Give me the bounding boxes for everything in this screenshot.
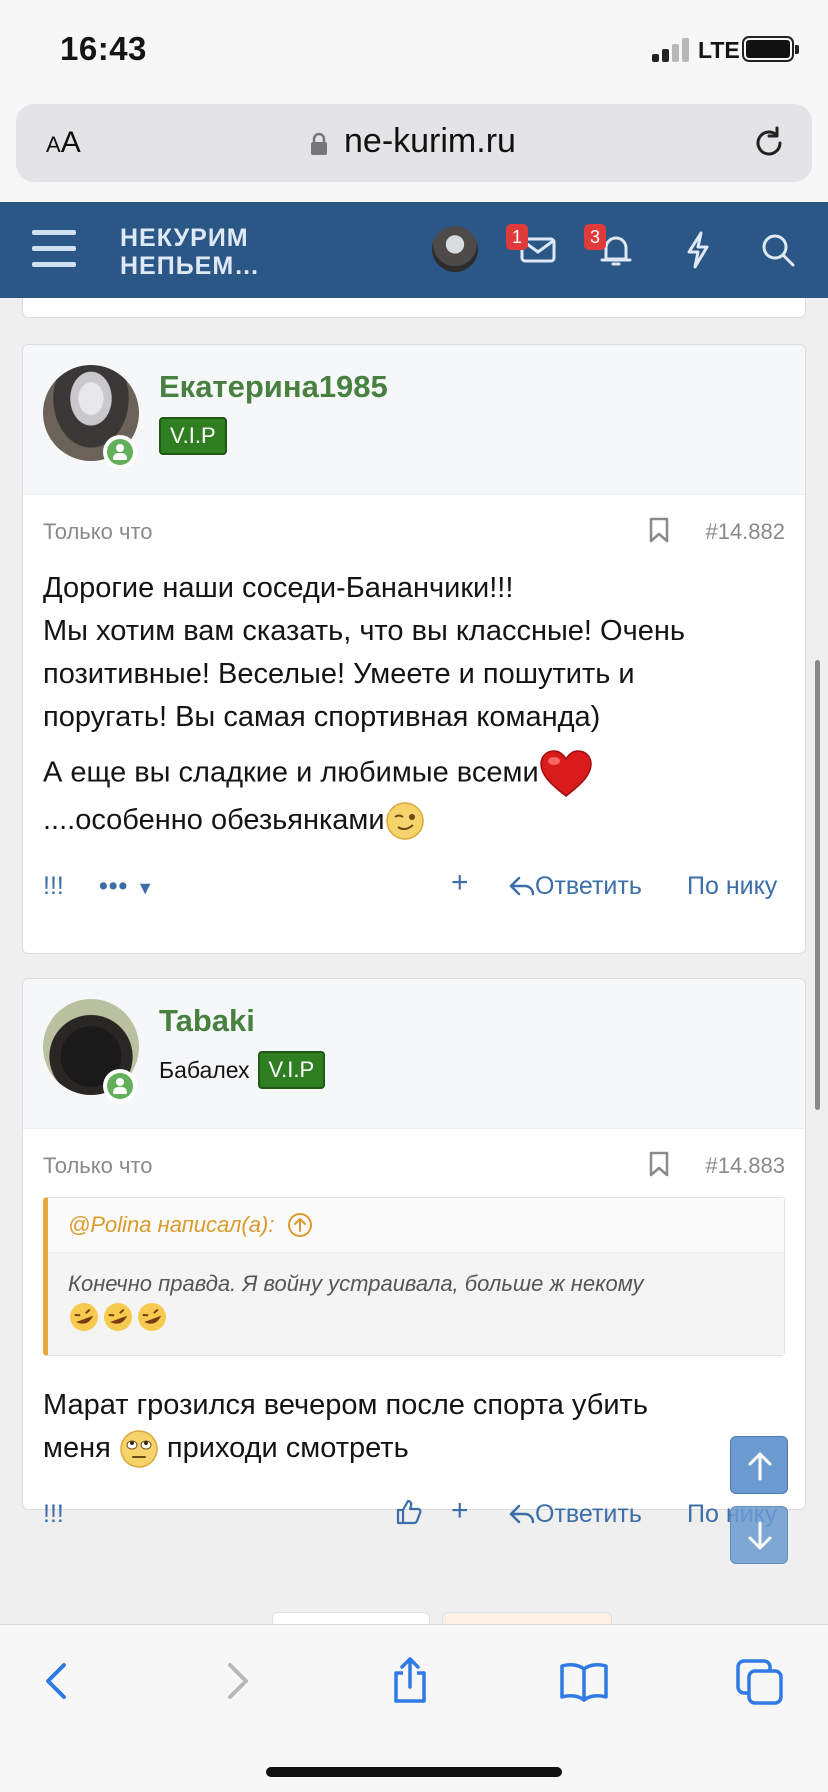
site-logo[interactable]: НЕКУРИМ НЕПЬЕМ… <box>120 224 260 280</box>
post-meta: Только что #14.882 <box>23 495 805 559</box>
vip-badge: V.I.P <box>257 1051 326 1089</box>
status-bar: 16:43 LTE <box>0 0 828 92</box>
user-badges: Бабалех V.I.P <box>159 1051 326 1089</box>
post-body: Дорогие наши соседи-Бананчики!!! Мы хоти… <box>23 559 805 842</box>
online-status-icon <box>103 1069 137 1103</box>
arrow-down-icon <box>748 1521 772 1550</box>
post-paragraph: Дорогие наши соседи-Бананчики!!! Мы хоти… <box>43 572 685 733</box>
quote-block: @Polina написал(а): Конечно правда. Я во… <box>43 1197 785 1356</box>
network-label: LTE <box>698 37 740 63</box>
post-14883: Tabaki Бабалех V.I.P Только что #14.883 @… <box>22 978 806 1528</box>
rolling-eyes-emoji-icon <box>120 1430 158 1469</box>
site-header: НЕКУРИМ НЕПЬЕМ… <box>0 202 828 298</box>
user-badges: V.I.P <box>159 417 227 455</box>
vip-badge: V.I.P <box>159 417 227 455</box>
username[interactable]: Tabaki <box>159 1003 255 1039</box>
bookmark-icon[interactable] <box>649 517 669 543</box>
wink-emoji-icon <box>385 802 424 841</box>
post-14882: Екатерина1985 V.I.P Только что #14.882 Д… <box>22 344 806 954</box>
signal-icon <box>652 38 690 62</box>
multiquote-button[interactable]: + <box>451 1494 469 1528</box>
post-paragraph: А еще вы сладкие и любимые всеми ....осо… <box>43 749 785 842</box>
post-number[interactable]: #14.882 <box>705 519 785 545</box>
account-avatar[interactable] <box>432 226 478 272</box>
battery-icon <box>742 36 799 62</box>
reply-icon <box>509 876 535 896</box>
post-paragraph: Марат грозился вечером после спорта убит… <box>43 1384 785 1470</box>
status-time: 16:43 <box>60 30 147 67</box>
user-title: Бабалех <box>159 1056 250 1083</box>
scroll-top-button[interactable] <box>730 1436 788 1494</box>
react-button[interactable]: !!! <box>43 872 64 901</box>
previous-post-edge <box>22 298 806 318</box>
bookmarks-icon[interactable] <box>558 1655 610 1707</box>
menu-icon[interactable] <box>32 230 76 268</box>
multiquote-button[interactable]: + <box>451 866 469 900</box>
forward-icon[interactable] <box>210 1655 262 1707</box>
lock-icon <box>311 132 327 155</box>
quote-header[interactable]: @Polina написал(а): <box>48 1198 784 1253</box>
post-time[interactable]: Только что <box>43 519 153 545</box>
like-icon[interactable] <box>395 1498 423 1526</box>
post-meta: Только что #14.883 <box>23 1129 805 1193</box>
scroll-bottom-button[interactable] <box>730 1506 788 1564</box>
post-user-info: Екатерина1985 V.I.P <box>23 345 805 495</box>
bookmark-icon[interactable] <box>649 1151 669 1177</box>
browser-bar: AA ne-kurim.ru <box>0 92 828 202</box>
bolt-icon[interactable] <box>678 230 718 270</box>
text-size-button[interactable]: AA <box>46 126 81 160</box>
online-status-icon <box>103 435 137 469</box>
by-nick-button[interactable]: По нику <box>687 872 777 901</box>
arrow-up-icon <box>748 1452 772 1481</box>
thread-content: Екатерина1985 V.I.P Только что #14.882 Д… <box>0 298 828 1624</box>
reply-button[interactable]: Ответить <box>509 872 642 901</box>
post-time[interactable]: Только что <box>43 1153 153 1179</box>
inbox-count-badge: 1 <box>506 224 528 250</box>
post-number[interactable]: #14.883 <box>705 1153 785 1179</box>
tabs-icon[interactable] <box>734 1655 786 1707</box>
post-user-info: Tabaki Бабалех V.I.P <box>23 979 805 1129</box>
post-actions: !!! ••• ▼ + Ответить По нику <box>23 852 805 920</box>
scrollbar[interactable] <box>815 660 820 1110</box>
back-icon[interactable] <box>32 1655 84 1707</box>
address-bar[interactable]: AA ne-kurim.ru <box>16 104 812 182</box>
post-body: Марат грозился вечером после спорта убит… <box>23 1356 805 1470</box>
rofl-emoji-icon <box>70 1303 166 1331</box>
heart-emoji-icon <box>539 750 592 797</box>
home-indicator <box>266 1767 562 1777</box>
url-host[interactable]: ne-kurim.ru <box>344 122 516 161</box>
browser-toolbar <box>0 1624 828 1792</box>
quote-text: Конечно правда. Я войну устраивала, боль… <box>48 1253 784 1355</box>
arrow-up-circle-icon[interactable] <box>287 1212 313 1238</box>
reload-icon[interactable] <box>750 124 788 162</box>
share-icon[interactable] <box>384 1655 436 1707</box>
reply-icon <box>509 1504 535 1524</box>
react-button[interactable]: !!! <box>43 1500 64 1529</box>
more-button[interactable]: ••• ▼ <box>99 872 155 901</box>
alerts-count-badge: 3 <box>584 224 606 250</box>
post-actions: !!! + Ответить По нику <box>23 1480 805 1548</box>
search-icon[interactable] <box>758 230 798 270</box>
username[interactable]: Екатерина1985 <box>159 369 388 405</box>
reply-button[interactable]: Ответить <box>509 1500 642 1529</box>
chevron-down-icon: ▼ <box>136 878 156 898</box>
